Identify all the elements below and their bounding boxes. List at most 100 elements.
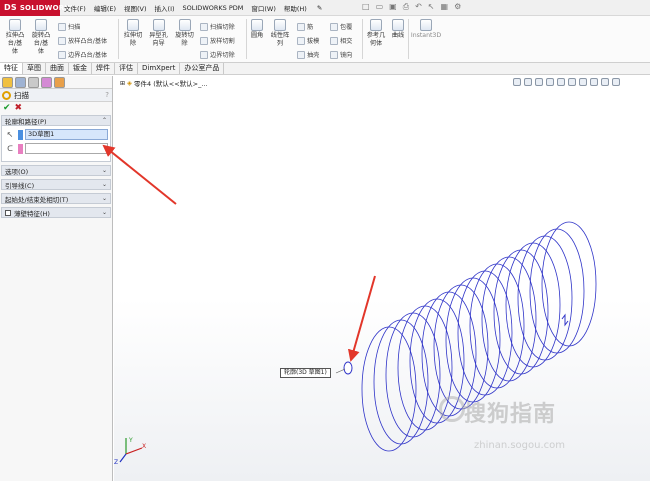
swept-cut-button[interactable]: 扫描切除 bbox=[200, 22, 235, 31]
extrude-boss-button[interactable]: 拉伸凸 台/基 体 bbox=[3, 18, 27, 56]
section-view-icon[interactable] bbox=[546, 78, 554, 86]
linear-pattern-icon bbox=[274, 19, 286, 31]
watermark-logo bbox=[439, 396, 465, 422]
pin-icon[interactable]: ✎ bbox=[313, 4, 326, 12]
boundary-boss-button[interactable]: 边界凸台/基体 bbox=[58, 50, 107, 59]
menu-pdm[interactable]: SOLIDWORKS PDM bbox=[179, 4, 248, 12]
intersect-button[interactable]: 相交 bbox=[330, 36, 352, 45]
display-style-icon[interactable] bbox=[568, 78, 576, 86]
previous-view-icon[interactable] bbox=[535, 78, 543, 86]
part-icon: ◈ bbox=[127, 79, 133, 87]
draft-button[interactable]: 拔模 bbox=[297, 36, 319, 45]
mirror-icon bbox=[330, 50, 338, 59]
feature-tree-icon[interactable] bbox=[2, 77, 13, 88]
helix-coil bbox=[445, 277, 501, 403]
shell-button[interactable]: 抽壳 bbox=[297, 50, 319, 59]
tab-dimxpert[interactable]: DimXpert bbox=[138, 63, 181, 74]
command-tabs: 特征 草图 曲面 钣金 焊件 评估 DimXpert 办公室产品 bbox=[0, 63, 650, 75]
save-icon[interactable]: ▣ bbox=[389, 2, 397, 12]
chevron-up-icon: ⌃ bbox=[101, 117, 107, 124]
property-manager-icon[interactable] bbox=[15, 77, 26, 88]
menu-insert[interactable]: 插入(I) bbox=[151, 3, 179, 13]
helix-coil bbox=[541, 221, 597, 347]
instant3d-button[interactable]: Instant3D bbox=[410, 18, 442, 40]
ok-button[interactable]: ✔ bbox=[3, 103, 11, 113]
select-icon[interactable]: ↖ bbox=[428, 2, 435, 12]
tab-evaluate[interactable]: 评估 bbox=[115, 63, 138, 74]
tangency-group-header[interactable]: 起始处/结束处相切(T) ⌄ bbox=[1, 193, 111, 204]
menu-help[interactable]: 帮助(H) bbox=[280, 3, 311, 13]
print-icon[interactable]: ⎙ bbox=[403, 2, 409, 12]
sweep-button[interactable]: 扫描 bbox=[58, 22, 80, 31]
chevron-down-icon: ⌄ bbox=[101, 181, 107, 188]
chevron-down-icon: ⌄ bbox=[101, 195, 107, 202]
ok-cancel-row: ✔ ✖ bbox=[0, 102, 112, 114]
view-settings-icon[interactable] bbox=[612, 78, 620, 86]
config-manager-icon[interactable] bbox=[28, 77, 39, 88]
open-icon[interactable]: ▭ bbox=[376, 2, 384, 12]
extrude-cut-button[interactable]: 拉伸切 除 bbox=[121, 18, 145, 48]
options-icon[interactable]: ⚙ bbox=[454, 2, 461, 12]
rebuild-icon[interactable]: ▦ bbox=[441, 2, 449, 12]
lofted-cut-button[interactable]: 放样切割 bbox=[200, 36, 235, 45]
helix-coil bbox=[385, 312, 441, 438]
menu-edit[interactable]: 编辑(E) bbox=[90, 3, 120, 13]
linear-pattern-button[interactable]: 线性阵 列 bbox=[267, 18, 293, 48]
curves-button[interactable]: 曲线 bbox=[389, 18, 407, 40]
feature-tree-flyout[interactable]: ⊞ ◈ 零件4 (默认<<默认>_... bbox=[120, 78, 208, 88]
profile-path-group-header[interactable]: 轮廓和路径(P) ⌃ bbox=[1, 115, 111, 126]
options-group-header[interactable]: 选项(O) ⌄ bbox=[1, 165, 111, 176]
loft-button[interactable]: 放样凸台/基体 bbox=[58, 36, 107, 45]
tab-surfaces[interactable]: 曲面 bbox=[46, 63, 69, 74]
mirror-button[interactable]: 镜向 bbox=[330, 50, 352, 59]
graphics-area[interactable]: ⊞ ◈ 零件4 (默认<<默认>_... Y X Z 轮廓(3D 草图1) 搜狗… bbox=[114, 76, 650, 481]
fillet-button[interactable]: 圆角 bbox=[248, 18, 266, 40]
dimxpert-manager-icon[interactable] bbox=[41, 77, 52, 88]
scene-icon[interactable] bbox=[601, 78, 609, 86]
thin-feature-checkbox[interactable] bbox=[5, 209, 11, 216]
command-manager-ribbon: 拉伸凸 台/基 体 旋转凸 台/基 体 扫描 放样凸台/基体 边界凸台/基体 拉… bbox=[0, 16, 650, 63]
x-label: X bbox=[142, 443, 146, 450]
rib-button[interactable]: 筋 bbox=[297, 22, 313, 31]
draft-icon bbox=[297, 36, 305, 45]
view-orientation-icon[interactable] bbox=[557, 78, 565, 86]
menu-view[interactable]: 视图(V) bbox=[120, 3, 151, 13]
edit-appearance-icon[interactable] bbox=[590, 78, 598, 86]
boundary-cut-icon bbox=[200, 50, 208, 59]
tab-office-products[interactable]: 办公室产品 bbox=[180, 63, 225, 74]
thin-feature-group-header[interactable]: 薄壁特征(H) ⌄ bbox=[1, 207, 111, 218]
profile-circle[interactable] bbox=[343, 361, 353, 375]
expand-icon[interactable]: ⊞ bbox=[120, 80, 125, 87]
display-manager-icon[interactable] bbox=[54, 77, 65, 88]
tab-features[interactable]: 特征 bbox=[0, 63, 23, 74]
boundary-cut-button[interactable]: 边界切除 bbox=[200, 50, 235, 59]
hide-show-icon[interactable] bbox=[579, 78, 587, 86]
path-selection-box[interactable] bbox=[25, 143, 108, 154]
guides-group-header[interactable]: 引导线(C) ⌄ bbox=[1, 179, 111, 190]
revolve-cut-button[interactable]: 旋转切 除 bbox=[172, 18, 197, 48]
help-icon[interactable]: ? bbox=[105, 91, 109, 99]
menu-window[interactable]: 窗口(W) bbox=[247, 3, 280, 13]
tab-sketch[interactable]: 草图 bbox=[23, 63, 46, 74]
chevron-down-icon: ⌄ bbox=[101, 167, 107, 174]
zoom-area-icon[interactable] bbox=[524, 78, 532, 86]
sweep-icon bbox=[58, 22, 66, 31]
undo-icon[interactable]: ↶ bbox=[415, 2, 422, 12]
tab-sheet-metal[interactable]: 钣金 bbox=[69, 63, 92, 74]
path-end-marker bbox=[561, 313, 569, 327]
menu-bar: 文件(F) 编辑(E) 视图(V) 插入(I) SOLIDWORKS PDM 窗… bbox=[60, 0, 326, 16]
helix-coil bbox=[469, 263, 525, 389]
new-icon[interactable]: □ bbox=[362, 2, 370, 12]
reference-geometry-button[interactable]: 参考几 何体 bbox=[364, 18, 388, 48]
cancel-button[interactable]: ✖ bbox=[15, 103, 23, 113]
profile-selection-box[interactable]: 3D草图1 bbox=[25, 129, 108, 140]
wrap-button[interactable]: 包覆 bbox=[330, 22, 352, 31]
app-logo[interactable]: DS SOLIDWORKS bbox=[0, 0, 75, 16]
lofted-cut-icon bbox=[200, 36, 208, 45]
options-group-label: 选项(O) bbox=[5, 167, 29, 176]
hole-wizard-button[interactable]: 异型孔 向导 bbox=[146, 18, 171, 48]
zoom-fit-icon[interactable] bbox=[513, 78, 521, 86]
revolve-boss-button[interactable]: 旋转凸 台/基 体 bbox=[29, 18, 53, 56]
menu-file[interactable]: 文件(F) bbox=[60, 3, 90, 13]
tab-weldments[interactable]: 焊件 bbox=[92, 63, 115, 74]
